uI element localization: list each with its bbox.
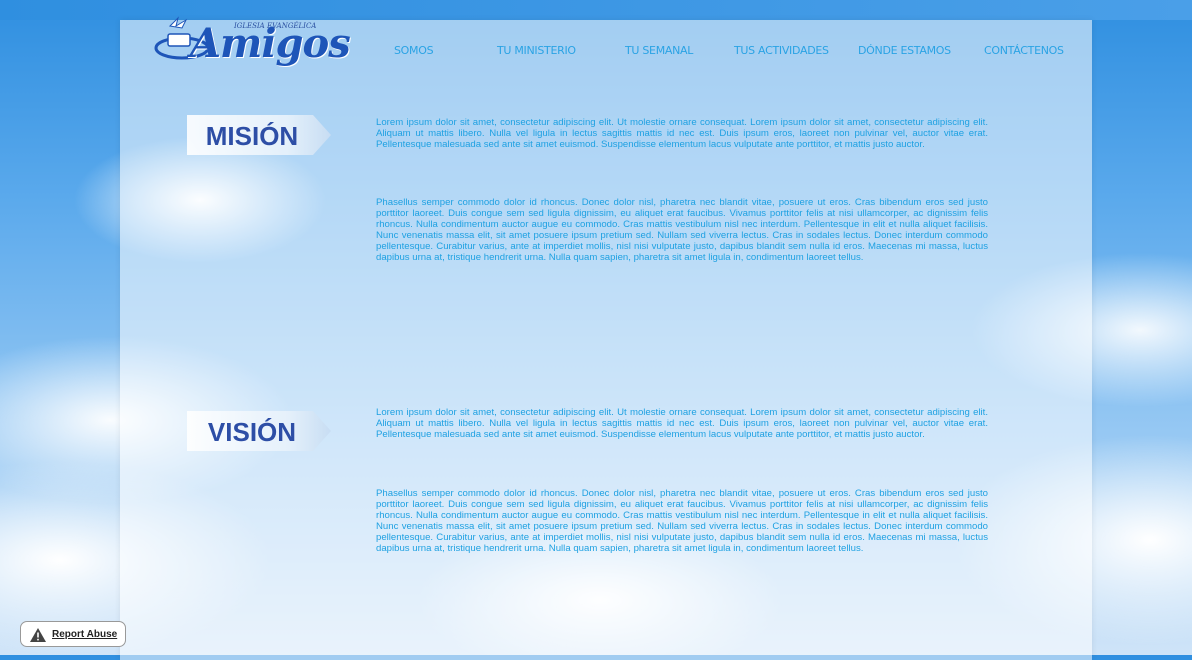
nav-item-somos[interactable]: SOMOS [394,44,434,57]
nav-item-tu-ministerio[interactable]: TU MINISTERIO [497,44,576,57]
nav-item-donde-estamos[interactable]: DÓNDE ESTAMOS [858,44,951,57]
section-title-mision: MISIÓN [187,115,331,155]
vision-paragraph-2: Phasellus semper commodo dolor id rhoncu… [376,488,988,555]
report-abuse-button[interactable]: Report Abuse [20,621,126,647]
logo-title: Amigos [190,20,351,67]
main-nav: SOMOS TU MINISTERIO TU SEMANAL TUS ACTIV… [380,44,1080,58]
vision-paragraph-1: Lorem ipsum dolor sit amet, consectetur … [376,407,988,441]
mision-paragraph-1: Lorem ipsum dolor sit amet, consectetur … [376,117,988,151]
nav-item-tus-actividades[interactable]: TUS ACTIVIDADES [734,44,829,57]
report-abuse-label: Report Abuse [52,629,118,640]
warning-icon [30,628,46,642]
nav-item-tu-semanal[interactable]: TU SEMANAL [625,44,693,57]
section-title-vision: VISIÓN [187,411,331,451]
mision-paragraph-2: Phasellus semper commodo dolor id rhoncu… [376,197,988,264]
section-title-text: VISIÓN [207,417,297,447]
site-logo[interactable]: IGLESIA EVANGÉLICA Amigos [150,4,351,70]
section-title-text: MISIÓN [205,121,299,151]
nav-item-contactenos[interactable]: CONTÁCTENOS [984,44,1064,57]
